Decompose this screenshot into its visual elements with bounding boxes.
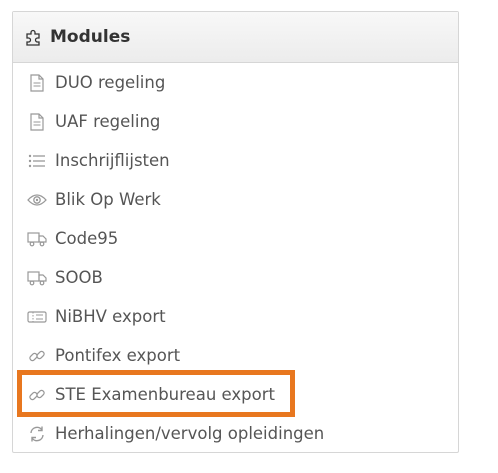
list-icon	[27, 151, 47, 171]
modules-panel: Modules DUO regeling UAF regeling Inschr…	[12, 11, 459, 453]
module-label: Herhalingen/vervolg opleidingen	[55, 424, 325, 443]
modules-list: DUO regeling UAF regeling Inschrijflijst…	[13, 63, 458, 453]
document-icon	[27, 73, 47, 93]
module-item-pontifex-export[interactable]: Pontifex export	[13, 336, 458, 375]
module-label: UAF regeling	[55, 112, 161, 131]
refresh-icon	[27, 424, 47, 444]
module-label: Pontifex export	[55, 346, 181, 365]
truck-icon	[27, 229, 47, 249]
module-item-ste-examenbureau-export[interactable]: STE Examenbureau export	[13, 375, 458, 414]
module-item-duo-regeling[interactable]: DUO regeling	[13, 63, 458, 102]
ticket-icon	[27, 307, 47, 327]
link-icon	[27, 385, 47, 405]
module-item-code95[interactable]: Code95	[13, 219, 458, 258]
module-label: SOOB	[55, 268, 103, 287]
module-label: Inschrijflijsten	[55, 151, 170, 170]
eye-icon	[27, 190, 47, 210]
module-label: NiBHV export	[55, 307, 166, 326]
panel-header: Modules	[13, 12, 458, 63]
truck-icon	[27, 268, 47, 288]
module-label: DUO regeling	[55, 73, 166, 92]
document-icon	[27, 112, 47, 132]
module-item-uaf-regeling[interactable]: UAF regeling	[13, 102, 458, 141]
module-item-nibhv-export[interactable]: NiBHV export	[13, 297, 458, 336]
module-item-soob[interactable]: SOOB	[13, 258, 458, 297]
module-label: STE Examenbureau export	[55, 385, 275, 404]
module-item-inschrijflijsten[interactable]: Inschrijflijsten	[13, 141, 458, 180]
module-label: Code95	[55, 229, 119, 248]
panel-title: Modules	[50, 27, 131, 47]
link-icon	[27, 346, 47, 366]
module-item-blik-op-werk[interactable]: Blik Op Werk	[13, 180, 458, 219]
puzzle-icon	[24, 27, 44, 47]
module-label: Blik Op Werk	[55, 190, 161, 209]
module-item-herhalingen-vervolg-opleidingen[interactable]: Herhalingen/vervolg opleidingen	[13, 414, 458, 453]
